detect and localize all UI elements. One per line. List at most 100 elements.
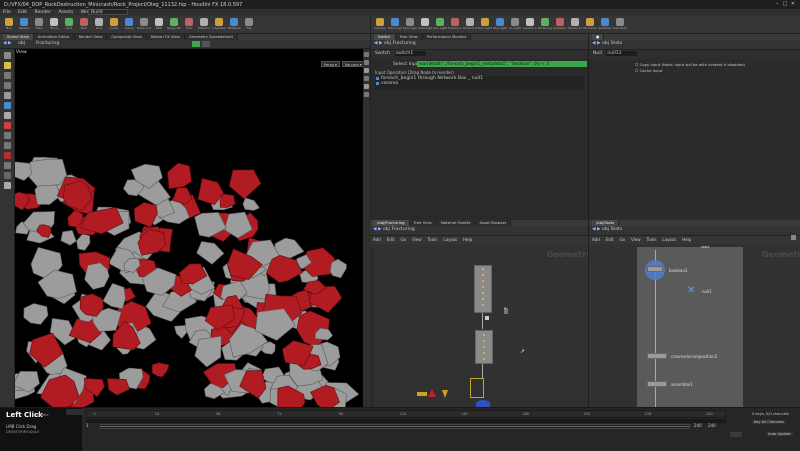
light-tool-point-light[interactable]: Point Light xyxy=(388,17,402,33)
menu-help[interactable]: Help xyxy=(682,237,691,242)
convexdecomposition2-node[interactable] xyxy=(647,353,667,359)
null-node-icon[interactable]: ✕ xyxy=(687,286,697,296)
create-tool-tube[interactable]: Tube xyxy=(32,17,46,33)
tab-network[interactable]: /obj/Stats xyxy=(592,220,620,226)
select-input-field[interactable]: lvar(detail("../foreach_begin1_metadata1… xyxy=(417,61,587,67)
playback-controls[interactable] xyxy=(66,409,84,415)
light-tool-geo-light[interactable]: Geo Light xyxy=(433,17,447,33)
paint-tool-icon[interactable] xyxy=(3,162,11,169)
sculpt-tool-icon[interactable] xyxy=(3,172,11,179)
boolean2-node[interactable] xyxy=(647,266,663,272)
menu-assets[interactable]: Assets xyxy=(58,10,73,15)
rotate-tool-icon[interactable] xyxy=(3,72,11,79)
create-tool-torus[interactable]: Torus xyxy=(47,17,61,33)
key-all-dropdown[interactable]: Key All Channels xyxy=(752,420,786,424)
light-tool-sky-light[interactable]: Sky Light xyxy=(493,17,507,33)
create-tool-draw-curve[interactable]: Draw Curve xyxy=(137,17,151,33)
light-tool-area-light[interactable]: Area Light xyxy=(418,17,432,33)
assemble1-node[interactable] xyxy=(647,381,667,387)
frame-end-global[interactable]: 240 xyxy=(708,423,716,428)
create-tool-grid[interactable]: Grid xyxy=(62,17,76,33)
create-tool-box[interactable]: Box xyxy=(2,17,16,33)
light-tool-env-light[interactable]: Env Light xyxy=(478,17,492,33)
create-tool-circle[interactable]: Circle xyxy=(107,17,121,33)
path-obj[interactable]: obj xyxy=(18,41,25,46)
copy-input-row[interactable]: ☐ Copy Input (Note: Input will be with c… xyxy=(635,62,800,67)
network-editor-stats[interactable]: /obj/Stats ◀ ▶ obj Stats Add Edit Go View To… xyxy=(588,220,800,407)
move-tool-icon[interactable] xyxy=(3,62,11,69)
timeline-track[interactable] xyxy=(86,419,726,423)
auto-update-button[interactable]: Auto Update xyxy=(766,432,793,436)
minimize-button[interactable]: – xyxy=(773,1,781,7)
display-options-icon[interactable] xyxy=(364,52,369,57)
menu-render[interactable]: Render xyxy=(35,10,51,15)
timeline-ruler[interactable]: 0 24 48 72 96 120 144 168 192 216 240 xyxy=(86,410,726,418)
light-tool-switcher[interactable]: Switcher xyxy=(598,17,612,33)
pose-tool-icon[interactable] xyxy=(3,102,11,109)
visibility-icon[interactable] xyxy=(3,182,11,189)
path-obj[interactable]: obj xyxy=(383,227,390,232)
menu-view[interactable]: View xyxy=(412,237,422,242)
light-tool-vr-camera[interactable]: VR Camera xyxy=(583,17,597,33)
create-tool-l-system[interactable]: L-System xyxy=(212,17,226,33)
tab-asset-browser[interactable]: Asset Browser xyxy=(475,220,512,226)
menu-edit[interactable]: Edit xyxy=(387,237,395,242)
switch-node[interactable] xyxy=(417,392,427,396)
light-tool-stereo-cam[interactable]: Stereo Cam xyxy=(568,17,582,33)
back-icon[interactable]: ◀ ▶ xyxy=(592,41,601,46)
path-obj[interactable]: obj xyxy=(384,41,391,46)
path-node[interactable]: Fracturing xyxy=(36,41,59,46)
create-tool-null[interactable]: Null xyxy=(77,17,91,33)
scale-tool-icon[interactable] xyxy=(3,82,11,89)
view-tool-icon[interactable] xyxy=(3,112,11,119)
menu-add[interactable]: Add xyxy=(373,237,381,242)
light-tool-volume-light[interactable]: Volume Light xyxy=(448,17,462,33)
foreach-node[interactable] xyxy=(470,378,484,398)
back-icon[interactable]: ◀ ▶ xyxy=(373,227,382,232)
desktop-selector[interactable]: Build xyxy=(88,9,128,15)
light-tool-gamepad[interactable]: Gamepad xyxy=(613,17,627,33)
menu-add[interactable]: Add xyxy=(592,237,600,242)
create-tool-curve[interactable]: Curve xyxy=(122,17,136,33)
tab-tree[interactable]: Tree View xyxy=(409,220,437,226)
menu-view[interactable]: View xyxy=(631,237,641,242)
tab-material-palette[interactable]: Material Palette xyxy=(436,220,476,226)
create-tool-platonic[interactable]: Platonic xyxy=(197,17,211,33)
shading-icon[interactable] xyxy=(364,60,369,65)
audio-icon[interactable] xyxy=(730,432,742,437)
menu-go[interactable]: Go xyxy=(401,237,407,242)
camera-tool-icon[interactable] xyxy=(3,142,11,149)
create-tool-path[interactable]: Path xyxy=(152,17,166,33)
path-obj[interactable]: obj xyxy=(602,41,609,46)
back-icon[interactable]: ◀ ▶ xyxy=(3,41,12,46)
frame-end[interactable]: 240 xyxy=(694,423,702,428)
create-tool-spray-paint[interactable]: Spray Paint xyxy=(167,17,181,33)
light-tool-distant-light[interactable]: Distant Light xyxy=(463,17,477,33)
path-node[interactable]: Stats xyxy=(610,41,622,46)
path-obj[interactable]: obj xyxy=(602,227,609,232)
menu-file[interactable]: File xyxy=(3,10,11,15)
light-tool-spot-light[interactable]: Spot Light xyxy=(403,17,417,33)
node-name-field[interactable]: null11 xyxy=(606,51,638,56)
cache-input-row[interactable]: ☐ Cache Input xyxy=(635,68,800,73)
close-button[interactable]: ✕ xyxy=(789,1,797,7)
tab-stats[interactable]: ● xyxy=(592,34,605,40)
create-tool-file[interactable]: File xyxy=(242,17,256,33)
create-tool-font[interactable]: Font xyxy=(182,17,196,33)
light-tool-caustic-light[interactable]: Caustic Light xyxy=(523,17,537,33)
path-node[interactable]: Fracturing xyxy=(391,227,414,232)
normals-icon[interactable] xyxy=(364,84,369,89)
menu-tools[interactable]: Tools xyxy=(428,237,438,242)
path-node[interactable]: Stats xyxy=(610,227,622,232)
create-tool-metaball[interactable]: Metaball xyxy=(227,17,241,33)
points-icon[interactable] xyxy=(364,76,369,81)
handle-tool-icon[interactable] xyxy=(3,92,11,99)
menu-tools[interactable]: Tools xyxy=(647,237,657,242)
back-icon[interactable]: ◀ ▶ xyxy=(374,41,383,46)
template-flag-icon[interactable] xyxy=(202,41,210,47)
wireframe-icon[interactable] xyxy=(364,68,369,73)
light-tool-camera[interactable]: Camera xyxy=(373,17,387,33)
range-slider[interactable] xyxy=(100,424,690,429)
light-tool-ambient-light[interactable]: Ambient Light xyxy=(553,17,567,33)
menu-layout[interactable]: Layout xyxy=(662,237,676,242)
